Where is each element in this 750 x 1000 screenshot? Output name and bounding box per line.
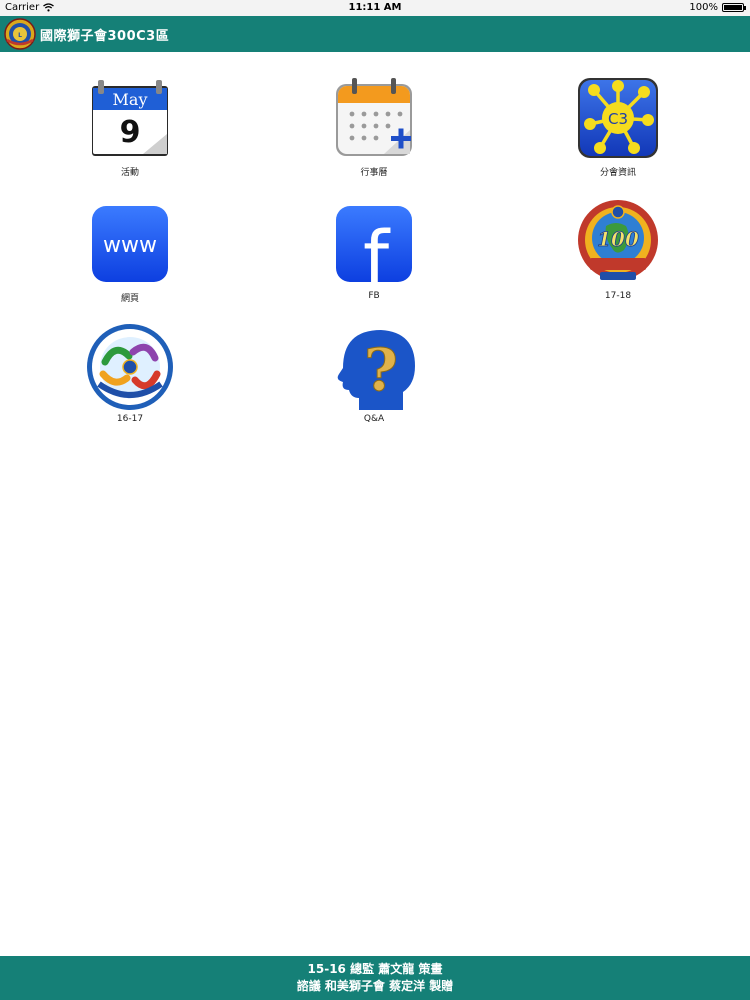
status-bar: Carrier 11:11 AM 100% [0, 0, 750, 16]
svg-text:May: May [113, 90, 148, 109]
web-icon: www [92, 206, 168, 282]
tile-16-17-label: 16-17 [116, 414, 144, 424]
svg-text:9: 9 [120, 115, 141, 150]
svg-text:?: ? [364, 336, 398, 404]
svg-text:C3: C3 [608, 110, 628, 128]
tile-16-17[interactable]: 16-17 [50, 322, 210, 424]
tile-calendar[interactable]: 行事曆 [294, 76, 454, 178]
battery-icon [722, 3, 746, 12]
question-head-icon: ? [337, 330, 415, 410]
svg-text:100: 100 [597, 227, 639, 251]
calendar-add-icon [336, 78, 412, 156]
battery-percent: 100% [689, 2, 718, 13]
tile-club-info-label: 分會資訊 [599, 168, 636, 178]
status-right: 100% [689, 2, 746, 13]
tile-website-label: 網頁 [120, 294, 139, 304]
lions-100-emblem-icon: 100 [578, 200, 658, 280]
tile-events-label: 活動 [120, 168, 139, 178]
tile-qa-label: Q&A [363, 414, 385, 424]
tile-17-18[interactable]: 100 17-18 [538, 196, 698, 301]
footer: 15-16 總監 蕭文龍 策畫 諮議 和美獅子會 蔡定洋 製贈 [0, 956, 750, 1000]
tile-calendar-label: 行事曆 [360, 168, 388, 178]
tile-facebook-label: FB [368, 291, 380, 301]
battery-fill [724, 5, 742, 10]
lions-district-logo-icon[interactable]: L [4, 18, 36, 50]
footer-line-1: 15-16 總監 蕭文龍 策畫 [307, 962, 443, 976]
svg-text:L: L [18, 32, 22, 39]
svg-text:www: www [103, 233, 157, 258]
tile-17-18-label: 17-18 [604, 291, 632, 301]
facebook-icon: f [336, 206, 412, 286]
tile-events[interactable]: May 9 活動 [50, 76, 210, 178]
club-network-icon: C3 [578, 78, 658, 158]
status-time: 11:11 AM [348, 2, 402, 13]
tile-qa[interactable]: ? Q&A [294, 322, 454, 424]
tile-club-info[interactable]: C3 分會資訊 [538, 76, 698, 178]
page-title: 國際獅子會300C3區 [40, 28, 170, 44]
calendar-date-icon: May 9 [92, 80, 168, 156]
nav-bar: L 國際獅子會300C3區 [0, 16, 750, 52]
tile-website[interactable]: www 網頁 [50, 202, 210, 304]
harmony-emblem-icon [87, 324, 173, 410]
tile-facebook[interactable]: f FB [294, 202, 454, 301]
footer-line-2: 諮議 和美獅子會 蔡定洋 製贈 [296, 979, 454, 993]
svg-text:f: f [363, 216, 391, 286]
